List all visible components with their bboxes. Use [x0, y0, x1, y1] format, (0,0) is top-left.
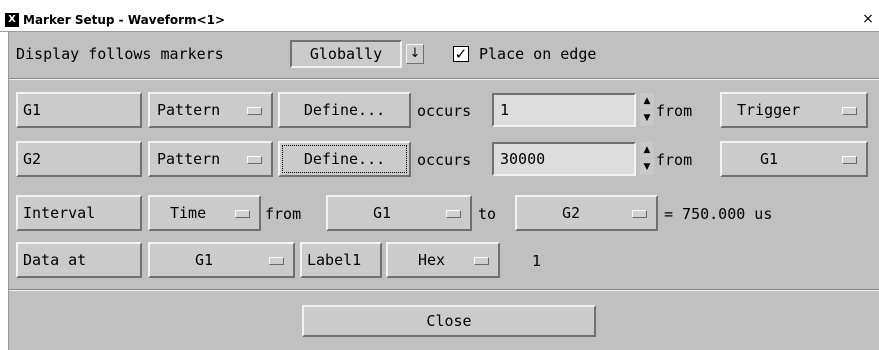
marker-g1-occurs-label: occurs	[417, 102, 472, 120]
marker-g1-from-menu[interactable]: Trigger	[720, 92, 868, 128]
data-at-value: 1	[532, 252, 542, 270]
separator	[9, 78, 879, 80]
place-on-edge-checkbox[interactable]: ✓	[453, 46, 469, 62]
option-menu-icon	[247, 156, 262, 164]
marker-g2-occurs-label: occurs	[417, 151, 472, 169]
interval-result: = 750.000 us	[664, 205, 773, 223]
spin-up-icon[interactable]: ▲	[640, 93, 654, 109]
marker-g2-occurs-spinner[interactable]: ▲ ▼	[640, 142, 654, 176]
marker-g1-define-button[interactable]: Define...	[278, 92, 411, 128]
marker-g2-define-button[interactable]: Define...	[278, 141, 411, 177]
separator	[9, 289, 879, 291]
option-menu-icon	[842, 107, 857, 115]
option-menu-icon	[247, 107, 262, 115]
marker-g1-occurs-input[interactable]: 1	[492, 93, 636, 127]
marker-g2-from-label: from	[656, 151, 693, 169]
interval-to-value: G2	[562, 204, 581, 222]
marker-g2-occurs-input[interactable]: 30000	[492, 142, 636, 176]
data-at-base-value: Hex	[418, 251, 446, 269]
marker-g1-type-menu[interactable]: Pattern	[148, 92, 273, 128]
data-at-label-button[interactable]: Label1	[300, 242, 382, 278]
dropdown-arrow-icon[interactable]: ↓	[406, 44, 424, 64]
interval-from-value: G1	[373, 204, 392, 222]
spin-up-icon[interactable]: ▲	[640, 142, 654, 158]
close-window-icon[interactable]: ×	[860, 11, 876, 27]
marker-g2-type-menu[interactable]: Pattern	[148, 141, 273, 177]
spin-down-icon[interactable]: ▼	[640, 159, 654, 175]
place-on-edge-label: Place on edge	[479, 45, 597, 63]
marker-g1-button[interactable]: G1	[16, 92, 142, 128]
marker-g1-define-label: Define...	[303, 101, 386, 119]
interval-button[interactable]: Interval	[16, 195, 142, 231]
marker-g1-occurs-value: 1	[500, 101, 510, 119]
data-at-label: Data at	[23, 251, 87, 269]
interval-from-menu[interactable]: G1	[326, 195, 472, 231]
option-menu-icon	[235, 210, 250, 218]
display-follows-label: Display follows markers	[16, 45, 224, 63]
interval-from-label: from	[265, 205, 302, 223]
data-at-marker-value: G1	[195, 251, 214, 269]
display-mode-field[interactable]: Globally	[290, 40, 402, 68]
data-at-button[interactable]: Data at	[16, 242, 142, 278]
marker-g2-occurs-value: 30000	[500, 150, 546, 168]
option-menu-icon	[269, 257, 284, 265]
marker-g2-name: G2	[23, 150, 42, 168]
interval-label: Interval	[23, 204, 96, 222]
marker-g2-type-value: Pattern	[157, 150, 221, 168]
interval-type-value: Time	[170, 204, 207, 222]
option-menu-icon	[842, 156, 857, 164]
marker-g1-name: G1	[23, 101, 42, 119]
display-mode-value: Globally	[309, 45, 383, 63]
marker-g1-from-value: Trigger	[737, 101, 801, 119]
marker-g2-from-value: G1	[760, 150, 779, 168]
marker-g1-type-value: Pattern	[157, 101, 221, 119]
window-title: Marker Setup - Waveform<1>	[23, 13, 226, 27]
marker-g1-from-label: from	[656, 102, 693, 120]
data-at-base-menu[interactable]: Hex	[386, 242, 500, 278]
interval-type-menu[interactable]: Time	[148, 195, 261, 231]
marker-g2-from-menu[interactable]: G1	[720, 141, 868, 177]
option-menu-icon	[446, 210, 461, 218]
marker-g1-occurs-spinner[interactable]: ▲ ▼	[640, 93, 654, 127]
marker-g2-define-label: Define...	[303, 150, 386, 168]
close-button[interactable]: Close	[302, 305, 596, 337]
interval-to-menu[interactable]: G2	[515, 195, 658, 231]
option-menu-icon	[632, 210, 647, 218]
data-at-marker-menu[interactable]: G1	[148, 242, 295, 278]
data-at-label-name: Label1	[307, 251, 362, 269]
option-menu-icon	[474, 257, 489, 265]
spin-down-icon[interactable]: ▼	[640, 110, 654, 126]
marker-g2-button[interactable]: G2	[16, 141, 142, 177]
close-button-label: Close	[426, 312, 472, 330]
x-window-icon: X	[5, 13, 19, 27]
interval-to-label: to	[478, 205, 497, 223]
